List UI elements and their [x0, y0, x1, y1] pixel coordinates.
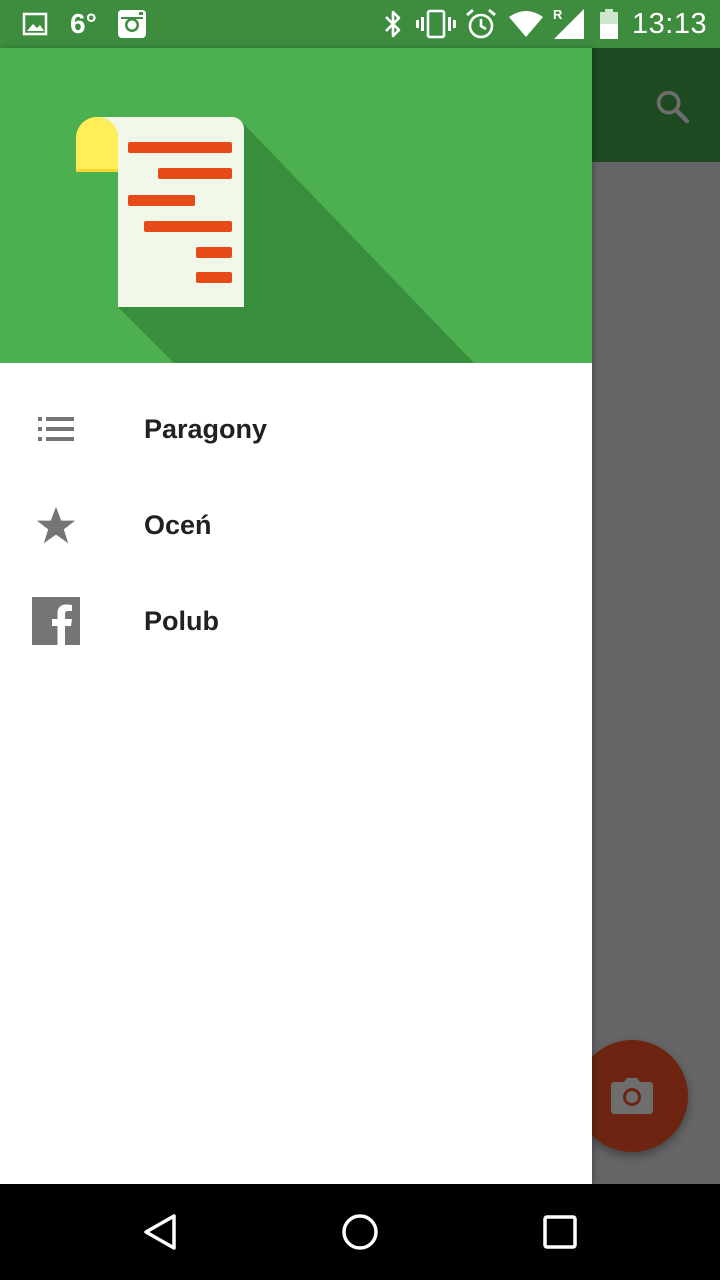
navigation-drawer: Paragony Oceń Polub: [0, 48, 592, 1184]
back-icon: [144, 1214, 176, 1250]
search-button[interactable]: [648, 82, 696, 130]
bluetooth-icon: [382, 0, 404, 48]
drawer-item-label: Paragony: [144, 413, 268, 444]
drawer-header: [0, 48, 592, 363]
list-icon: [32, 405, 80, 453]
status-bar: 6° R 13:13: [0, 0, 720, 48]
back-button[interactable]: [132, 1204, 188, 1260]
drawer-item-label: Polub: [144, 605, 219, 636]
temperature-label: 6°: [70, 8, 97, 39]
home-icon: [342, 1214, 378, 1250]
home-button[interactable]: [332, 1204, 388, 1260]
image-icon: [22, 0, 48, 48]
system-navigation-bar: [0, 1184, 720, 1280]
camera-icon: [611, 1078, 653, 1114]
recents-button[interactable]: [532, 1204, 588, 1260]
facebook-icon: [32, 597, 80, 645]
drawer-item-ocen[interactable]: Oceń: [0, 477, 592, 573]
vibrate-icon: [416, 0, 456, 48]
drawer-item-label: Oceń: [144, 509, 212, 540]
battery-icon: [598, 0, 620, 48]
signal-roaming-icon: R: [550, 0, 586, 48]
clock: 13:13: [632, 7, 708, 40]
drawer-item-paragony[interactable]: Paragony: [0, 381, 592, 477]
star-icon: [32, 501, 80, 549]
camera-fab[interactable]: [576, 1040, 688, 1152]
wifi-icon: [508, 0, 544, 48]
instagram-icon: [116, 0, 148, 48]
drawer-item-polub[interactable]: Polub: [0, 573, 592, 669]
roaming-label: R: [553, 7, 563, 22]
recents-icon: [543, 1215, 577, 1249]
search-icon: [656, 90, 690, 124]
alarm-icon: [464, 0, 498, 48]
receipt-logo: [76, 116, 474, 363]
